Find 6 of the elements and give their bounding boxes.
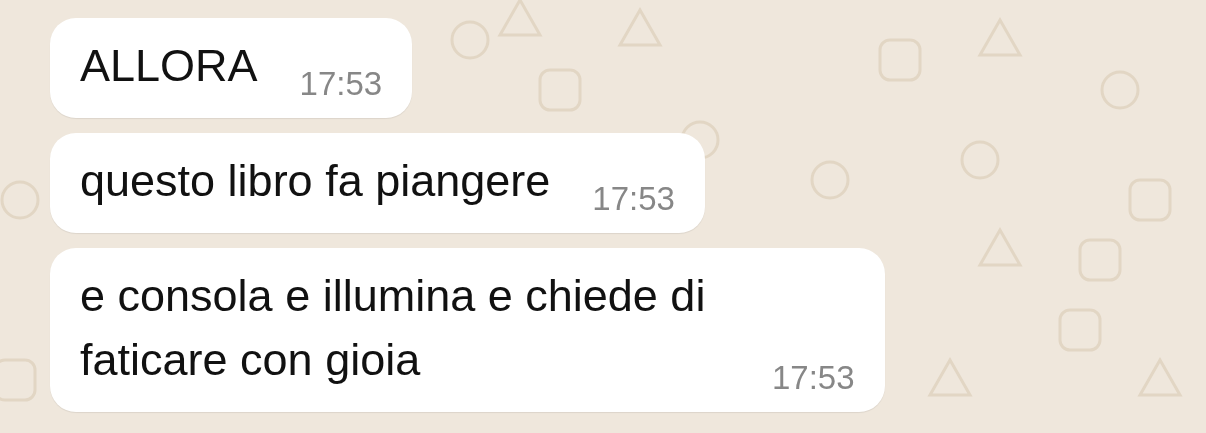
message-time: 17:53 bbox=[592, 179, 675, 219]
message-text: ALLORA bbox=[80, 39, 258, 93]
message-time: 17:53 bbox=[299, 64, 383, 104]
message-text: e consola e illumina e chiede di faticare con gioia bbox=[80, 269, 707, 387]
message-text: questo libro fa piangere bbox=[80, 154, 551, 208]
message-time: 17:53 bbox=[772, 358, 855, 398]
